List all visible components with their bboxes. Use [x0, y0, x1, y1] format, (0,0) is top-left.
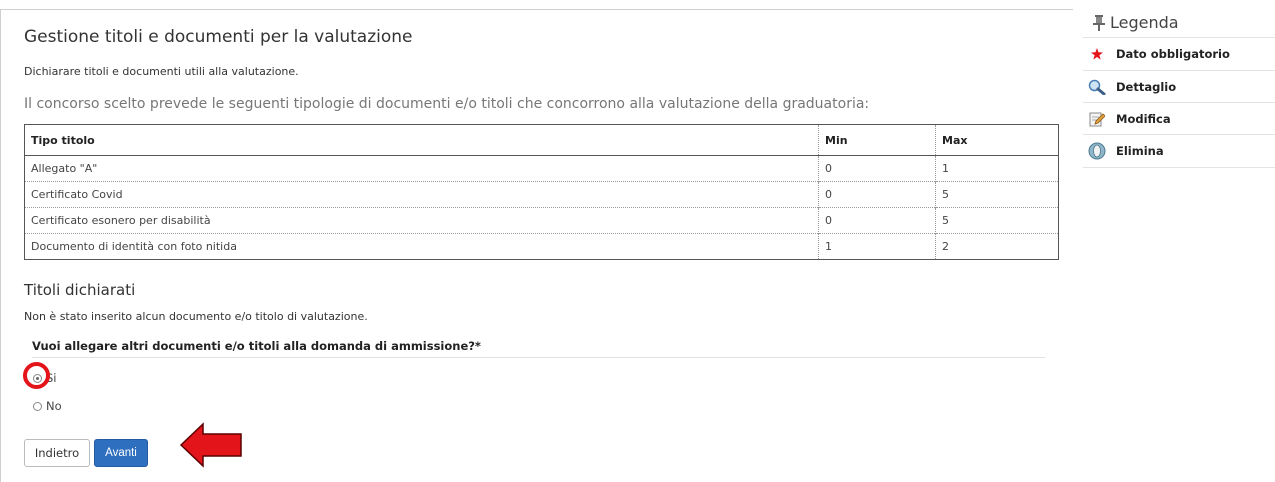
radio-no-label: No — [46, 399, 62, 413]
back-button[interactable]: Indietro — [24, 439, 90, 467]
legend-item-edit: Modifica — [1083, 102, 1275, 135]
titoli-dichiarati-heading: Titoli dichiarati — [24, 281, 136, 299]
legend-item-delete: Elimina — [1083, 134, 1275, 168]
cell-max: 2 — [935, 233, 1059, 260]
no-documents-message: Non è stato inserito alcun documento e/o… — [24, 310, 368, 323]
cell-min: 0 — [818, 181, 936, 208]
required-star-icon — [1087, 48, 1107, 60]
red-arrow-annotation — [179, 422, 242, 468]
table-header-row: Tipo titolo Min Max — [24, 124, 1059, 156]
header-min: Min — [818, 124, 936, 156]
table-row: Documento di identità con foto nitida 1 … — [24, 233, 1059, 260]
titoli-table: Tipo titolo Min Max Allegato "A" 0 1 Cer… — [24, 124, 1059, 260]
next-button[interactable]: Avanti — [94, 439, 148, 467]
intro-text: Dichiarare titoli e documenti utili alla… — [24, 65, 299, 78]
edit-icon — [1087, 111, 1107, 127]
page-title: Gestione titoli e documenti per la valut… — [24, 27, 413, 47]
table-row: Certificato Covid 0 5 — [24, 181, 1059, 208]
attach-question-label: Vuoi allegare altri documenti e/o titoli… — [32, 339, 1045, 358]
radio-option-no[interactable]: No — [33, 399, 62, 413]
delete-icon — [1087, 142, 1107, 160]
header-tipo-titolo: Tipo titolo — [24, 124, 819, 156]
legend-label: Dettaglio — [1116, 80, 1177, 94]
cell-tipo-titolo: Certificato Covid — [24, 181, 819, 208]
pin-icon — [1093, 14, 1105, 31]
legend-title-text: Legenda — [1110, 13, 1179, 32]
header-max: Max — [935, 124, 1059, 156]
cell-min: 0 — [818, 207, 936, 234]
cell-max: 1 — [935, 155, 1059, 182]
table-row: Certificato esonero per disabilità 0 5 — [24, 207, 1059, 234]
cell-min: 0 — [818, 155, 936, 182]
cell-tipo-titolo: Allegato "A" — [24, 155, 819, 182]
radio-no-button[interactable] — [33, 401, 42, 411]
legend-item-detail: Dettaglio — [1083, 70, 1275, 103]
highlight-circle-annotation — [23, 362, 50, 389]
cell-tipo-titolo: Certificato esonero per disabilità — [24, 207, 819, 234]
legend-title: Legenda — [1093, 13, 1179, 32]
cell-max: 5 — [935, 181, 1059, 208]
cell-max: 5 — [935, 207, 1059, 234]
cell-tipo-titolo: Documento di identità con foto nitida — [24, 233, 819, 260]
legend-label: Modifica — [1116, 112, 1171, 126]
legend-label: Dato obbligatorio — [1116, 47, 1230, 61]
concorso-description: Il concorso scelto prevede le seguenti t… — [24, 96, 870, 112]
magnifier-icon — [1087, 79, 1107, 95]
legend-item-required: Dato obbligatorio — [1083, 37, 1275, 70]
table-row: Allegato "A" 0 1 — [24, 155, 1059, 182]
cell-min: 1 — [818, 233, 936, 260]
legend-label: Elimina — [1116, 144, 1164, 158]
